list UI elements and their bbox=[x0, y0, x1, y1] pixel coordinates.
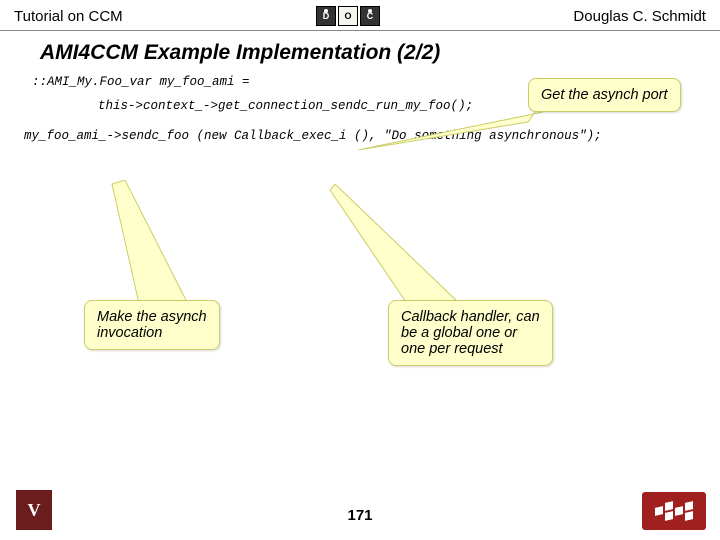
vanderbilt-v: V bbox=[28, 500, 41, 521]
callout-make-invocation: Make the asynch invocation bbox=[84, 300, 220, 350]
callout-pointer-left bbox=[110, 180, 220, 310]
callout-get-port: Get the asynch port bbox=[528, 78, 681, 112]
logo-c: C bbox=[360, 6, 380, 26]
slide-header: Tutorial on CCM D O C Douglas C. Schmidt bbox=[0, 0, 720, 31]
vanderbilt-logo: V bbox=[16, 490, 52, 530]
callout-callback-handler: Callback handler, can be a global one or… bbox=[388, 300, 553, 366]
slide-title: AMI4CCM Example Implementation (2/2) bbox=[0, 31, 720, 71]
page-number: 171 bbox=[347, 507, 372, 524]
callout-pointer-right bbox=[330, 184, 480, 310]
logo-d: D bbox=[316, 6, 336, 26]
header-right-text: Douglas C. Schmidt bbox=[573, 8, 706, 25]
logo-o: O bbox=[338, 6, 358, 26]
callout-pointer-top bbox=[358, 94, 548, 150]
isis-logo bbox=[642, 492, 706, 530]
header-left-text: Tutorial on CCM bbox=[14, 8, 123, 25]
doc-group-logo: D O C bbox=[316, 6, 380, 26]
